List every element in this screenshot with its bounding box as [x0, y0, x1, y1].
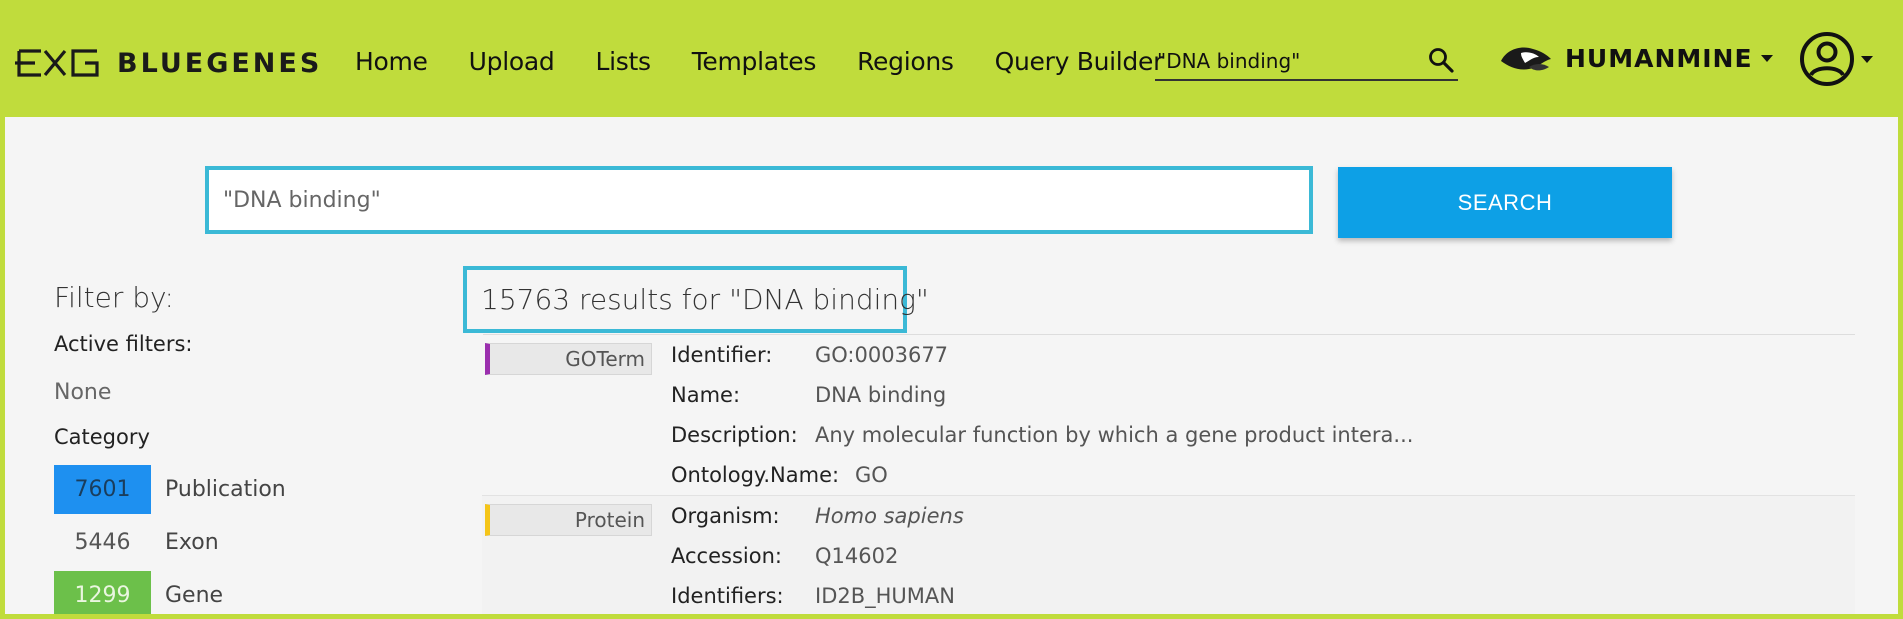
nav-templates[interactable]: Templates: [692, 47, 817, 76]
category-title: Category: [54, 425, 150, 449]
category-count: 7601: [54, 465, 151, 514]
search-input[interactable]: [209, 170, 1309, 230]
field-label: Name:: [671, 383, 741, 407]
result-type-tag: Protein: [485, 504, 652, 536]
navbar-search-input[interactable]: [1155, 49, 1417, 73]
field-label: Identifiers:: [671, 584, 784, 608]
search-button[interactable]: SEARCH: [1338, 167, 1672, 238]
navbar-search: [1155, 43, 1458, 81]
field-value: Homo sapiens: [815, 504, 964, 528]
search-box: [205, 166, 1313, 234]
field-label: Description:: [671, 423, 798, 447]
mine-selector[interactable]: HUMANMINE: [1499, 41, 1773, 75]
category-item-exon[interactable]: 5446 Exon: [54, 518, 219, 567]
nav-upload[interactable]: Upload: [469, 47, 555, 76]
chevron-down-icon: [1760, 54, 1773, 62]
user-account-icon: [1800, 32, 1854, 86]
user-menu[interactable]: [1799, 31, 1873, 87]
category-count: 1299: [54, 571, 151, 614]
category-label: Publication: [165, 477, 286, 502]
mine-name: HUMANMINE: [1565, 43, 1753, 73]
result-item-protein[interactable]: Protein Organism: Homo sapiens Accession…: [482, 495, 1855, 614]
search-icon[interactable]: [1428, 47, 1454, 73]
humanmine-logo-icon: [1501, 47, 1551, 71]
category-label: Gene: [165, 583, 224, 608]
field-value: ID2B_HUMAN: [815, 584, 955, 608]
field-value: Q14602: [815, 544, 899, 568]
active-filters-title: Active filters:: [54, 332, 193, 356]
chevron-down-icon: [1861, 55, 1873, 63]
field-value: DNA binding: [815, 383, 947, 407]
active-filters-value: None: [54, 380, 112, 405]
brand-name: BLUEGENES: [117, 47, 323, 79]
app-frame: BLUEGENES Home Upload Lists Templates Re…: [5, 5, 1898, 614]
field-value: GO:0003677: [815, 343, 949, 367]
field-label: Ontology.Name:: [671, 463, 840, 487]
nav-regions[interactable]: Regions: [857, 47, 954, 76]
category-item-publication[interactable]: 7601 Publication: [54, 465, 286, 514]
results-count-header: 15763 results for "DNA binding": [463, 266, 929, 333]
category-item-gene[interactable]: 1299 Gene: [54, 571, 223, 614]
field-label: Identifier:: [671, 343, 773, 367]
category-count: 5446: [74, 530, 131, 555]
result-type-tag: GOTerm: [485, 343, 652, 375]
field-value: GO: [855, 463, 888, 487]
result-item-goterm[interactable]: GOTerm Identifier: GO:0003677 Name: DNA …: [482, 335, 1855, 495]
field-value: Any molecular function by which a gene p…: [815, 423, 1414, 447]
nav-lists[interactable]: Lists: [595, 47, 651, 76]
field-label: Accession:: [671, 544, 782, 568]
brand[interactable]: BLUEGENES: [15, 43, 322, 83]
navbar: BLUEGENES Home Upload Lists Templates Re…: [5, 5, 1898, 117]
bluegenes-logo-icon: [15, 49, 99, 77]
nav-links: Home Upload Lists Templates Regions Quer…: [355, 5, 1204, 117]
nav-home[interactable]: Home: [355, 47, 428, 76]
nav-query-builder[interactable]: Query Builder: [995, 47, 1164, 76]
category-label: Exon: [165, 530, 219, 555]
field-label: Organism:: [671, 504, 780, 528]
filter-title: Filter by:: [54, 281, 174, 314]
